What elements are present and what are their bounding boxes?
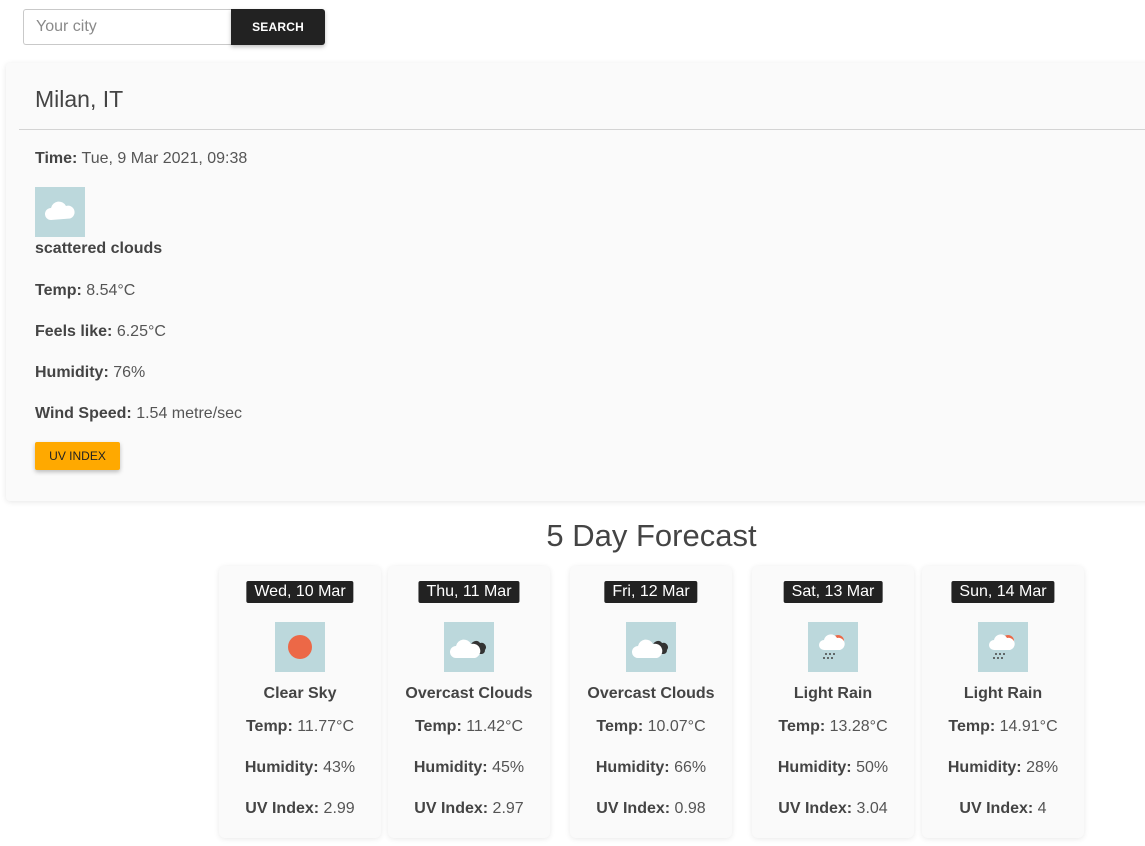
temp-label: Temp: [35, 282, 82, 299]
clear-sky-icon [275, 622, 325, 672]
forecast-temp-label: Temp: [414, 718, 462, 735]
forecast-humidity-row: Humidity: 66% [570, 759, 732, 777]
time-label: Time: [35, 150, 78, 167]
forecast-humidity-value: 50% [856, 759, 889, 776]
forecast-date: Fri, 12 Mar [604, 581, 698, 603]
forecast-title: 5 Day Forecast [546, 518, 757, 553]
forecast-uv-label: UV Index: [245, 800, 320, 817]
forecast-temp-row: Temp: 10.07°C [570, 718, 732, 736]
temp-value: 8.54°C [86, 282, 136, 299]
wind-speed-label: Wind Speed: [35, 405, 132, 422]
light-rain-icon [808, 622, 858, 672]
forecast-humidity-value: 43% [323, 759, 356, 776]
forecast-humidity-label: Humidity: [947, 759, 1022, 776]
forecast-temp-row: Temp: 13.28°C [752, 718, 914, 736]
forecast-temp-label: Temp: [778, 718, 826, 735]
forecast-card: Wed, 10 Mar Clear Sky Temp: 11.77°C Humidit… [219, 566, 381, 838]
forecast-temp-row: Temp: 11.42°C [388, 718, 550, 736]
forecast-description: Overcast Clouds [405, 685, 533, 702]
forecast-uv-row: UV Index: 4 [922, 800, 1084, 818]
feels-like-value: 6.25°C [116, 323, 166, 340]
forecast-card: Sun, 14 Mar Light Rain Temp: 14.91°C Humidi… [922, 566, 1084, 838]
time-value: Tue, 9 Mar 2021, 09:38 [81, 150, 248, 167]
overcast-clouds-icon [444, 622, 494, 672]
forecast-uv-value: 2.99 [323, 800, 355, 817]
forecast-card: Sat, 13 Mar Light Rain Temp: 13.28°C Humidi… [752, 566, 914, 838]
forecast-date: Sun, 14 Mar [951, 581, 1055, 603]
forecast-humidity-label: Humidity: [413, 759, 488, 776]
forecast-humidity-label: Humidity: [244, 759, 319, 776]
forecast-humidity-row: Humidity: 50% [752, 759, 914, 777]
forecast-uv-label: UV Index: [596, 800, 671, 817]
forecast-description: Clear Sky [263, 685, 337, 702]
forecast-temp-value: 11.77°C [297, 718, 355, 735]
city-search-input[interactable] [23, 9, 231, 45]
uv-index-button[interactable]: UV INDEX [35, 442, 120, 470]
divider [19, 129, 1145, 130]
humidity-value: 76% [113, 364, 146, 381]
forecast-card: Fri, 12 Mar Overcast Clouds Temp: 10.07°C H… [570, 566, 732, 838]
forecast-humidity-value: 45% [492, 759, 525, 776]
forecast-card: Thu, 11 Mar Overcast Clouds Temp: 11.42°C H… [388, 566, 550, 838]
humidity-row: Humidity: 76% [35, 364, 145, 382]
forecast-uv-row: UV Index: 2.97 [388, 800, 550, 818]
forecast-date: Thu, 11 Mar [418, 581, 520, 603]
forecast-uv-row: UV Index: 0.98 [570, 800, 732, 818]
forecast-description: Light Rain [793, 685, 873, 702]
forecast-temp-row: Temp: 11.77°C [219, 718, 381, 736]
forecast-humidity-value: 28% [1026, 759, 1059, 776]
forecast-temp-label: Temp: [245, 718, 293, 735]
forecast-uv-label: UV Index: [414, 800, 489, 817]
forecast-uv-row: UV Index: 3.04 [752, 800, 914, 818]
forecast-temp-label: Temp: [596, 718, 644, 735]
forecast-description: Overcast Clouds [587, 685, 715, 702]
forecast-temp-value: 14.91°C [999, 718, 1058, 735]
feels-like-label: Feels like: [35, 323, 113, 340]
forecast-date: Sat, 13 Mar [783, 581, 883, 603]
search-bar: SEARCH [23, 9, 325, 45]
forecast-humidity-value: 66% [674, 759, 707, 776]
forecast-description: Light Rain [963, 685, 1043, 702]
current-weather-card: Milan, IT Time: Tue, 9 Mar 2021, 09:38 s… [6, 63, 1145, 501]
forecast-temp-value: 11.42°C [466, 718, 524, 735]
weather-description: scattered clouds [35, 240, 163, 257]
temp-row: Temp: 8.54°C [35, 282, 135, 300]
forecast-humidity-label: Humidity: [595, 759, 670, 776]
overcast-clouds-icon [626, 622, 676, 672]
wind-speed-row: Wind Speed: 1.54 metre/sec [35, 405, 242, 423]
forecast-uv-value: 4 [1037, 800, 1047, 817]
forecast-uv-label: UV Index: [778, 800, 853, 817]
forecast-humidity-row: Humidity: 28% [922, 759, 1084, 777]
forecast-uv-value: 0.98 [674, 800, 706, 817]
wind-speed-value: 1.54 metre/sec [136, 405, 243, 422]
forecast-temp-row: Temp: 14.91°C [922, 718, 1084, 736]
search-button[interactable]: SEARCH [231, 9, 325, 45]
forecast-humidity-row: Humidity: 43% [219, 759, 381, 777]
light-rain-icon [978, 622, 1028, 672]
forecast-uv-label: UV Index: [959, 800, 1034, 817]
forecast-uv-value: 3.04 [856, 800, 888, 817]
forecast-date: Wed, 10 Mar [246, 581, 354, 603]
feels-like-row: Feels like: 6.25°C [35, 323, 166, 341]
forecast-temp-value: 10.07°C [647, 718, 706, 735]
forecast-temp-label: Temp: [948, 718, 996, 735]
forecast-uv-row: UV Index: 2.99 [219, 800, 381, 818]
forecast-temp-value: 13.28°C [829, 718, 888, 735]
city-name: Milan, IT [35, 86, 124, 112]
forecast-humidity-label: Humidity: [777, 759, 852, 776]
scattered-clouds-icon [35, 187, 85, 237]
humidity-label: Humidity: [35, 364, 109, 381]
forecast-humidity-row: Humidity: 45% [388, 759, 550, 777]
forecast-uv-value: 2.97 [492, 800, 524, 817]
time-row: Time: Tue, 9 Mar 2021, 09:38 [35, 150, 247, 168]
